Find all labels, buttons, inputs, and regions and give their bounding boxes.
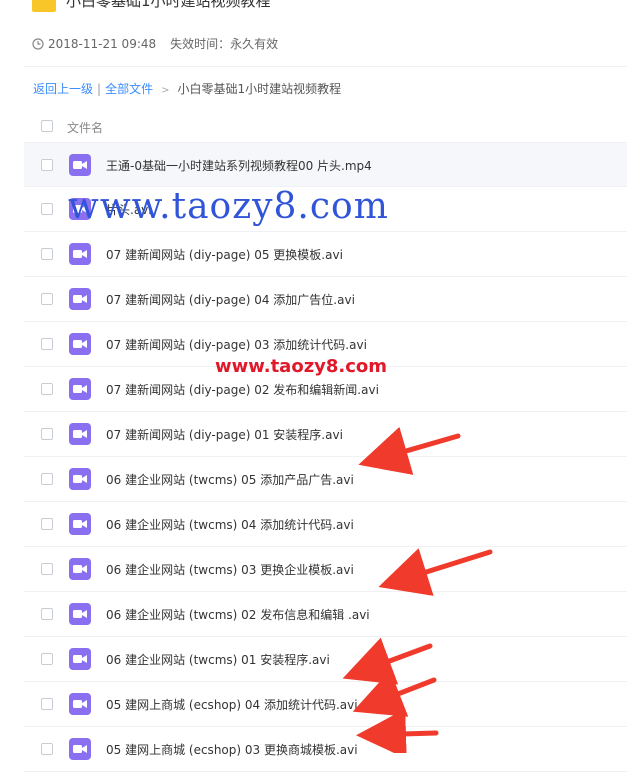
row-checkbox[interactable]: [41, 203, 53, 215]
file-list-header: 文件名: [24, 110, 627, 142]
file-row[interactable]: 王通-0基础一小时建站系列视频教程00 片头.mp4: [24, 142, 627, 187]
row-checkbox[interactable]: [41, 698, 53, 710]
video-file-icon: [69, 738, 91, 760]
video-file-icon: [69, 648, 91, 670]
row-checkbox[interactable]: [41, 473, 53, 485]
file-name[interactable]: 07 建新闻网站 (diy-page) 01 安装程序.avi: [106, 426, 343, 443]
row-checkbox[interactable]: [41, 159, 53, 171]
folder-icon: [32, 0, 56, 12]
file-name[interactable]: 06 建企业网站 (twcms) 04 添加统计代码.avi: [106, 516, 354, 533]
share-date: 2018-11-21 09:48: [48, 37, 157, 51]
expire-text: 失效时间：永久有效: [170, 37, 279, 51]
row-checkbox[interactable]: [41, 563, 53, 575]
file-name[interactable]: 06 建企业网站 (twcms) 03 更换企业模板.avi: [106, 561, 354, 578]
file-row[interactable]: 05 建网上商城 (ecshop) 03 更换商城模板.avi: [24, 727, 627, 772]
filename-column-header: 文件名: [67, 121, 104, 135]
file-name[interactable]: 06 建企业网站 (twcms) 01 安装程序.avi: [106, 651, 330, 668]
row-checkbox[interactable]: [41, 743, 53, 755]
row-checkbox[interactable]: [41, 383, 53, 395]
file-name[interactable]: 07 建新闻网站 (diy-page) 03 添加统计代码.avi: [106, 336, 367, 353]
select-all-checkbox[interactable]: [41, 120, 53, 132]
file-name[interactable]: 07 建新闻网站 (diy-page) 02 发布和编辑新闻.avi: [106, 381, 379, 398]
row-checkbox[interactable]: [41, 428, 53, 440]
video-file-icon: [69, 333, 91, 355]
row-checkbox[interactable]: [41, 293, 53, 305]
file-row[interactable]: 06 建企业网站 (twcms) 02 发布信息和编辑 .avi: [24, 592, 627, 637]
page-title: 小白零基础1小时建站视频教程: [66, 0, 271, 10]
file-row[interactable]: 07 建新闻网站 (diy-page) 04 添加广告位.avi: [24, 277, 627, 322]
video-file-icon: [69, 378, 91, 400]
breadcrumb: 返回上一级 | 全部文件 > 小白零基础1小时建站视频教程: [33, 80, 341, 97]
file-row[interactable]: 05 建网上商城 (ecshop) 04 添加统计代码.avi: [24, 682, 627, 727]
video-file-icon: [69, 603, 91, 625]
watermark-large: www.taozy8.com: [68, 186, 389, 227]
file-name[interactable]: 07 建新闻网站 (diy-page) 05 更换模板.avi: [106, 246, 343, 263]
video-file-icon: [69, 468, 91, 490]
file-name[interactable]: 05 建网上商城 (ecshop) 03 更换商城模板.avi: [106, 741, 358, 758]
row-checkbox[interactable]: [41, 248, 53, 260]
video-file-icon: [69, 243, 91, 265]
file-name[interactable]: 王通-0基础一小时建站系列视频教程00 片头.mp4: [106, 157, 372, 174]
divider: [24, 66, 627, 67]
video-file-icon: [69, 423, 91, 445]
share-meta: 2018-11-21 09:48 失效时间：永久有效: [32, 35, 278, 52]
all-files-link[interactable]: 全部文件: [105, 82, 153, 96]
video-file-icon: [69, 154, 91, 176]
watermark-small: www.taozy8.com: [215, 356, 388, 377]
video-file-icon: [69, 513, 91, 535]
file-list: 王通-0基础一小时建站系列视频教程00 片头.mp4 片头.avi 07 建新闻网站…: [24, 142, 627, 772]
file-row[interactable]: 07 建新闻网站 (diy-page) 01 安装程序.avi: [24, 412, 627, 457]
row-checkbox[interactable]: [41, 518, 53, 530]
file-row[interactable]: 06 建企业网站 (twcms) 03 更换企业模板.avi: [24, 547, 627, 592]
video-file-icon: [69, 693, 91, 715]
share-header: 小白零基础1小时建站视频教程 2018-11-21 09:48 失效时间：永久有效: [0, 0, 627, 64]
clock-icon: [32, 38, 44, 50]
back-link[interactable]: 返回上一级: [33, 82, 93, 96]
file-row[interactable]: 07 建新闻网站 (diy-page) 05 更换模板.avi: [24, 232, 627, 277]
file-name[interactable]: 05 建网上商城 (ecshop) 04 添加统计代码.avi: [106, 696, 358, 713]
row-checkbox[interactable]: [41, 608, 53, 620]
video-file-icon: [69, 558, 91, 580]
file-name[interactable]: 06 建企业网站 (twcms) 05 添加产品广告.avi: [106, 471, 354, 488]
file-row[interactable]: 06 建企业网站 (twcms) 01 安装程序.avi: [24, 637, 627, 682]
row-checkbox[interactable]: [41, 653, 53, 665]
file-name[interactable]: 07 建新闻网站 (diy-page) 04 添加广告位.avi: [106, 291, 355, 308]
breadcrumb-separator: |: [97, 82, 102, 96]
video-file-icon: [69, 288, 91, 310]
chevron-right-icon: >: [161, 85, 170, 96]
file-name[interactable]: 06 建企业网站 (twcms) 02 发布信息和编辑 .avi: [106, 606, 370, 623]
breadcrumb-current: 小白零基础1小时建站视频教程: [177, 82, 342, 96]
file-row[interactable]: 06 建企业网站 (twcms) 05 添加产品广告.avi: [24, 457, 627, 502]
row-checkbox[interactable]: [41, 338, 53, 350]
file-row[interactable]: 06 建企业网站 (twcms) 04 添加统计代码.avi: [24, 502, 627, 547]
